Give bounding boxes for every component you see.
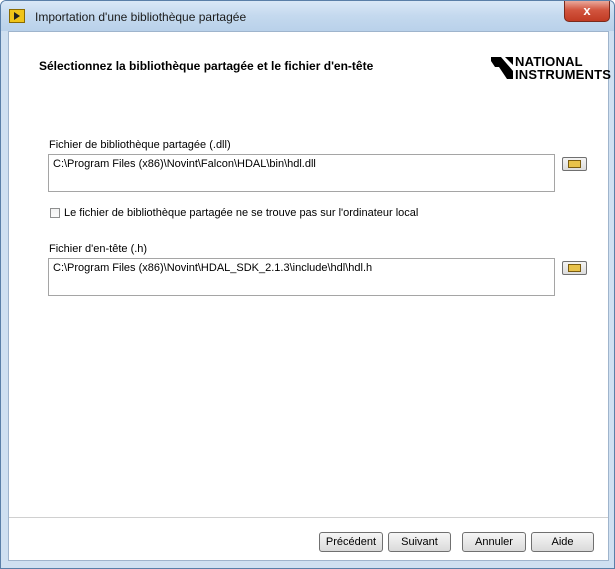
close-button[interactable]: x bbox=[564, 1, 610, 22]
cancel-button[interactable]: Annuler bbox=[462, 532, 526, 552]
page-title: Sélectionnez la bibliothèque partagée et… bbox=[39, 59, 374, 73]
window-title: Importation d'une bibliothèque partagée bbox=[35, 10, 247, 24]
header-file-path-field[interactable]: C:\Program Files (x86)\Novint\HDAL_SDK_2… bbox=[48, 258, 555, 296]
previous-button[interactable]: Précédent bbox=[319, 532, 383, 552]
not-on-local-computer-checkbox[interactable] bbox=[50, 208, 60, 218]
logo-text: NATIONAL INSTRUMENTS bbox=[515, 55, 611, 81]
next-button[interactable]: Suivant bbox=[388, 532, 451, 552]
dll-field-label: Fichier de bibliothèque partagée (.dll) bbox=[49, 139, 231, 151]
labview-app-icon bbox=[9, 9, 25, 23]
header-file-field-label: Fichier d'en-tête (.h) bbox=[49, 243, 148, 255]
import-shared-library-dialog: Importation d'une bibliothèque partagée … bbox=[0, 0, 615, 569]
title-bar[interactable]: Importation d'une bibliothèque partagée … bbox=[1, 1, 614, 31]
folder-open-icon bbox=[568, 160, 581, 168]
dll-browse-button[interactable] bbox=[562, 157, 587, 171]
help-button[interactable]: Aide bbox=[531, 532, 594, 552]
national-instruments-logo: NATIONAL INSTRUMENTS bbox=[489, 53, 611, 85]
dialog-content: Sélectionnez la bibliothèque partagée et… bbox=[8, 31, 611, 561]
header-file-browse-button[interactable] bbox=[562, 261, 587, 275]
folder-open-icon bbox=[568, 264, 581, 272]
not-on-local-computer-label: Le fichier de bibliothèque partagée ne s… bbox=[64, 207, 419, 219]
logo-line-2: INSTRUMENTS bbox=[515, 67, 612, 82]
dll-path-field[interactable]: C:\Program Files (x86)\Novint\Falcon\HDA… bbox=[48, 154, 555, 192]
footer-separator bbox=[9, 517, 608, 518]
